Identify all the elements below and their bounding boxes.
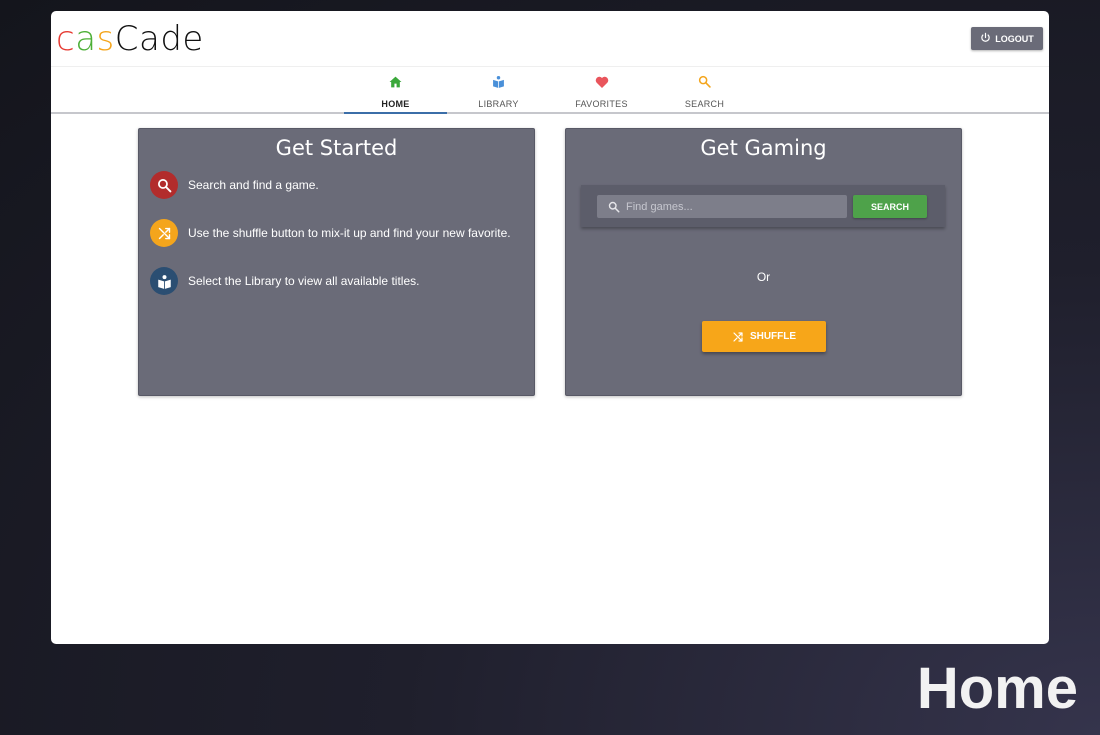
step-search: Search and find a game. — [150, 171, 319, 199]
tab-library-label: LIBRARY — [478, 99, 519, 109]
tab-library[interactable]: LIBRARY — [447, 67, 550, 112]
search-icon — [608, 201, 620, 213]
tab-favorites-label: FAVORITES — [575, 99, 628, 109]
shuffle-label: SHUFFLE — [749, 331, 797, 342]
step-library-text: Select the Library to view all available… — [188, 274, 420, 288]
shuffle-button[interactable]: SHUFFLE — [702, 321, 826, 352]
heart-icon — [595, 75, 609, 93]
search-input[interactable] — [626, 200, 836, 213]
logo-letter-c: c — [56, 19, 76, 59]
step-library: Select the Library to view all available… — [150, 267, 419, 295]
logo-rest: Cade — [114, 19, 204, 59]
tab-home[interactable]: HOME — [344, 67, 447, 114]
step-shuffle: Use the shuffle button to mix-it up and … — [150, 219, 511, 247]
step-search-text: Search and find a game. — [188, 178, 319, 192]
logo-letter-s: s — [96, 19, 115, 59]
nav-tabs: HOME LIBRARY FAVORITES SEARCH — [51, 67, 1049, 114]
tab-search-label: SEARCH — [684, 99, 725, 109]
or-label: Or — [756, 270, 771, 284]
logout-label: LOGOUT — [995, 33, 1034, 44]
page-caption: Home — [916, 656, 1078, 721]
search-icon — [698, 75, 711, 93]
book-reader-icon — [150, 267, 178, 295]
step-shuffle-text: Use the shuffle button to mix-it up and … — [188, 226, 511, 240]
search-bar: SEARCH — [581, 185, 945, 227]
tab-favorites[interactable]: FAVORITES — [550, 67, 653, 112]
shuffle-icon — [732, 331, 744, 343]
search-button[interactable]: SEARCH — [853, 195, 927, 218]
search-field[interactable] — [597, 195, 847, 218]
app-window: casCade LOGOUT HOME LIBRARY FAVORITES SE… — [51, 11, 1049, 644]
logo-letter-a: a — [75, 19, 97, 59]
get-gaming-card: Get Gaming SEARCH Or SHUFFLE — [565, 128, 962, 396]
get-started-card: Get Started Search and find a game. Use … — [138, 128, 535, 396]
home-icon — [389, 75, 402, 93]
tab-home-label: HOME — [381, 99, 410, 109]
get-started-title: Get Started — [275, 136, 398, 160]
shuffle-icon — [150, 219, 178, 247]
app-logo[interactable]: casCade — [56, 19, 204, 59]
tab-search[interactable]: SEARCH — [653, 67, 756, 112]
top-bar: casCade LOGOUT — [51, 11, 1049, 67]
get-gaming-title: Get Gaming — [700, 136, 827, 160]
book-reader-icon — [492, 75, 505, 93]
power-icon — [980, 32, 991, 45]
search-icon — [150, 171, 178, 199]
logout-button[interactable]: LOGOUT — [971, 27, 1043, 50]
